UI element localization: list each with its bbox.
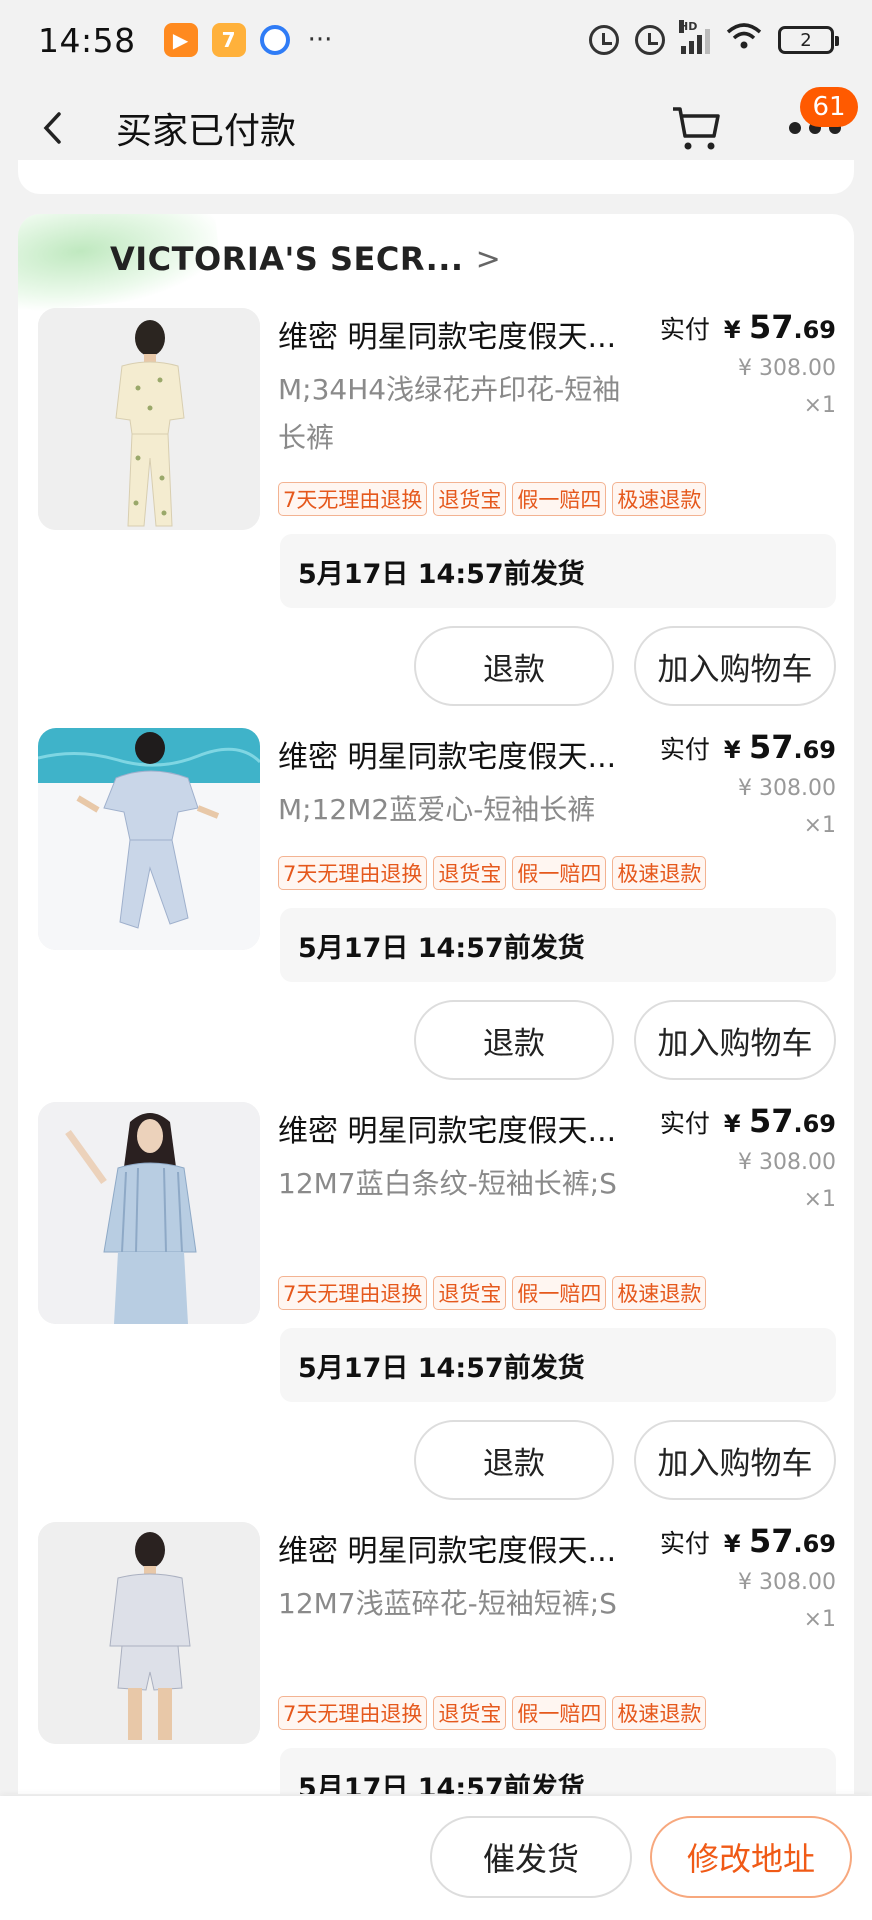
paid-price: ¥ 57.69 [723,1522,836,1560]
back-icon[interactable] [30,106,74,150]
service-tag: 假一赔四 [512,482,607,516]
service-tags: 7天无理由退换 退货宝 假一赔四 极速退款 [278,1696,707,1730]
product-sku: 12M7蓝白条纹-短袖长裤;S [278,1167,617,1200]
service-tags: 7天无理由退换 退货宝 假一赔四 极速退款 [278,856,707,890]
wifi-icon [726,22,762,58]
product-title[interactable]: 维密 明星同款宅度假天... [278,1106,638,1150]
original-price: ¥ 308.00 [738,356,836,381]
more-notifications-icon: ··· [307,25,333,55]
product-title[interactable]: 维密 明星同款宅度假天... [278,1526,638,1570]
order-item[interactable]: 维密 明星同款宅度假天... M;12M2蓝爱心-短袖长裤 实付 ¥ 57.69… [18,728,854,1148]
service-tag: 退货宝 [433,1276,507,1310]
paid-label: 实付 [659,315,710,344]
ship-deadline: 5月17日 14:57前发货 [280,1748,836,1794]
service-tag: 极速退款 [612,482,707,516]
service-tags: 7天无理由退换 退货宝 假一赔四 极速退款 [278,1276,707,1310]
quantity: ×1 [803,813,836,838]
product-sku: M;34H4浅绿花卉印花-短袖长裤 [278,373,621,454]
battery-icon: 2 [778,26,839,54]
shop-order-card: VICTORIA'S SECR... > 维密 明星同款宅度假天... M;34… [18,214,854,1794]
price-column: 实付 ¥ 57.69 ¥ 308.00 ×1 [660,728,836,838]
header-actions: 61 [670,87,858,152]
product-image[interactable] [38,308,260,530]
product-sku: M;12M2蓝爱心-短袖长裤 [278,793,596,826]
page-title: 买家已付款 [116,111,297,152]
service-tag: 7天无理由退换 [278,856,428,890]
service-tags: 7天无理由退换 退货宝 假一赔四 极速退款 [278,482,707,516]
service-tag: 假一赔四 [512,856,607,890]
refund-button[interactable]: 退款 [414,626,614,706]
service-tag: 假一赔四 [512,1276,607,1310]
service-tag: 7天无理由退换 [278,1276,428,1310]
status-bar: 14:58 ▶ 7 ··· HD 2 [0,0,872,80]
price-column: 实付 ¥ 57.69 ¥ 308.00 ×1 [660,308,836,418]
system-indicators: HD 2 [589,20,839,58]
original-price: ¥ 308.00 [738,776,836,801]
service-tag: 极速退款 [612,1696,707,1730]
product-image[interactable] [38,728,260,950]
ship-deadline: 5月17日 14:57前发货 [280,1328,836,1402]
paid-label: 实付 [659,1109,710,1138]
price-column: 实付 ¥ 57.69 ¥ 308.00 ×1 [660,1522,836,1632]
urge-shipping-button[interactable]: 催发货 [430,1816,632,1898]
ship-deadline: 5月17日 14:57前发货 [280,908,836,982]
quantity: ×1 [803,1187,836,1212]
order-item[interactable]: 维密 明星同款宅度假天... 12M7浅蓝碎花-短袖短裤;S 实付 ¥ 57.6… [18,1522,854,1794]
quantity: ×1 [803,393,836,418]
previous-card-bottom [18,160,854,194]
order-item[interactable]: 维密 明星同款宅度假天... M;34H4浅绿花卉印花-短袖长裤 实付 ¥ 57… [18,308,854,728]
status-time: 14:58 [38,20,136,60]
bottom-action-bar: 催发货 修改地址 [0,1796,872,1920]
service-tag: 极速退款 [612,856,707,890]
paid-label: 实付 [659,1529,710,1558]
mango-tv-icon: ▶ [163,23,198,57]
alarm-icon [589,25,619,55]
original-price: ¥ 308.00 [738,1150,836,1175]
product-title[interactable]: 维密 明星同款宅度假天... [278,312,638,356]
service-tag: 退货宝 [433,856,507,890]
product-sku: 12M7浅蓝碎花-短袖短裤;S [278,1587,617,1620]
alarm-icon-2 [635,25,665,55]
paid-label: 实付 [659,735,710,764]
add-to-cart-button[interactable]: 加入购物车 [634,1420,836,1500]
shop-name[interactable]: VICTORIA'S SECR... [110,240,464,278]
change-address-button[interactable]: 修改地址 [650,1816,852,1898]
service-tag: 退货宝 [433,1696,507,1730]
service-tag: 7天无理由退换 [278,482,428,516]
cart-icon[interactable] [670,104,722,152]
add-to-cart-button[interactable]: 加入购物车 [634,626,836,706]
quantity: ×1 [803,1607,836,1632]
paid-price: ¥ 57.69 [723,1102,836,1140]
shop-header[interactable]: VICTORIA'S SECR... > [18,214,854,316]
service-tag: 退货宝 [433,482,507,516]
signal-hd-label: HD [679,20,698,33]
price-column: 实付 ¥ 57.69 ¥ 308.00 ×1 [660,1102,836,1212]
product-image[interactable] [38,1522,260,1744]
original-price: ¥ 308.00 [738,1570,836,1595]
add-to-cart-button[interactable]: 加入购物车 [634,1000,836,1080]
more-menu[interactable]: 61 [788,87,858,135]
paid-price: ¥ 57.69 [723,728,836,766]
paid-price: ¥ 57.69 [723,308,836,346]
ship-deadline: 5月17日 14:57前发货 [280,534,836,608]
status-app-icons: ▶ 7 ··· [163,23,333,57]
service-tag: 极速退款 [612,1276,707,1310]
refund-button[interactable]: 退款 [414,1000,614,1080]
product-image[interactable] [38,1102,260,1324]
refund-button[interactable]: 退款 [414,1420,614,1500]
message-count-badge: 61 [800,87,858,127]
pig-app-icon: 7 [211,23,246,57]
signal-icon: HD [679,20,710,54]
product-title[interactable]: 维密 明星同款宅度假天... [278,732,638,776]
service-tag: 假一赔四 [512,1696,607,1730]
browser-icon [259,25,290,55]
service-tag: 7天无理由退换 [278,1696,428,1730]
order-item[interactable]: 维密 明星同款宅度假天... 12M7蓝白条纹-短袖长裤;S 实付 ¥ 57.6… [18,1102,854,1522]
chevron-right-icon: > [475,241,501,277]
